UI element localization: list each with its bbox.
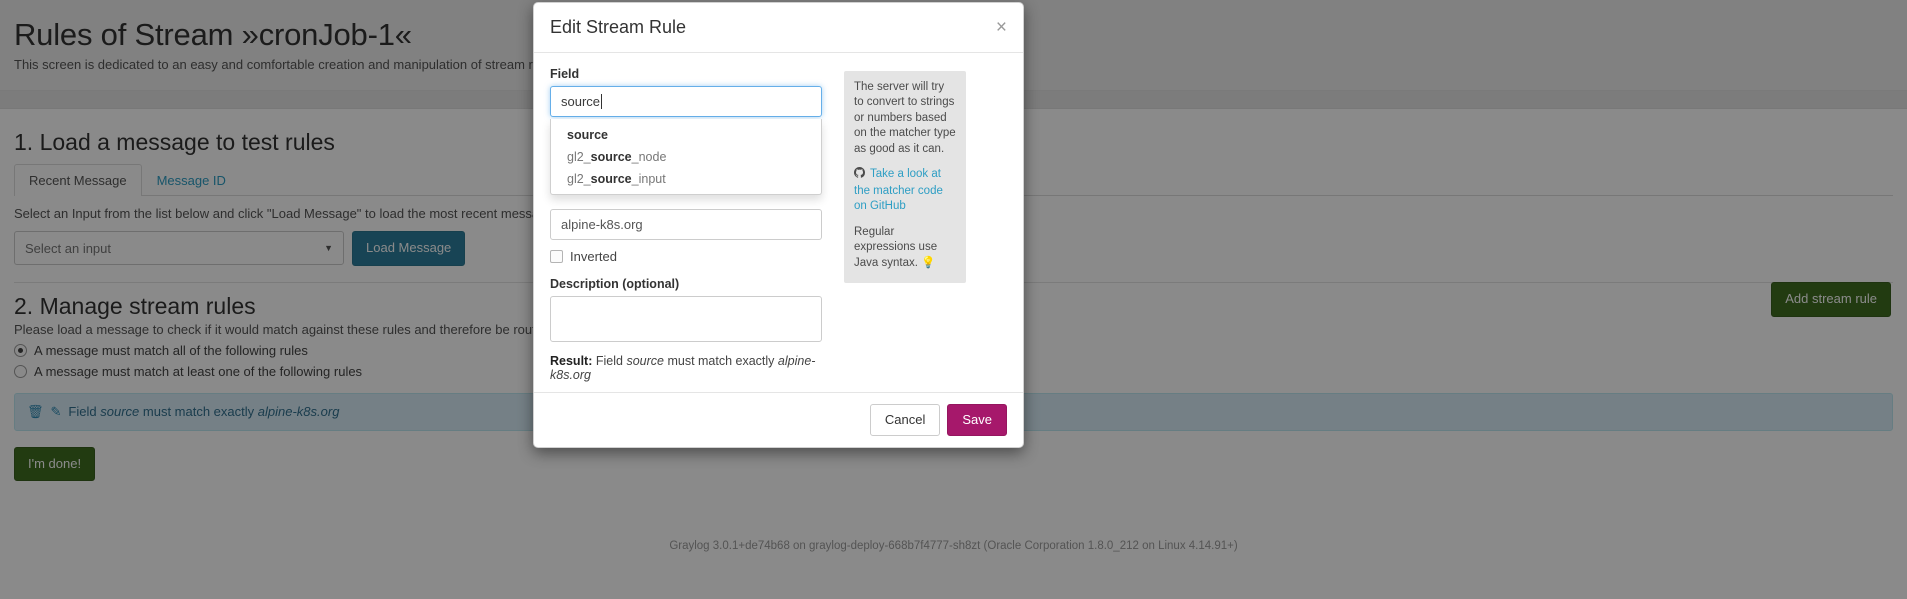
- typeahead-item-gl2-source-input[interactable]: gl2_source_input: [551, 168, 821, 190]
- result-field: source: [626, 353, 664, 368]
- typeahead-input-post: _input: [631, 171, 666, 186]
- modal-title: Edit Stream Rule: [550, 17, 687, 37]
- description-textarea[interactable]: [550, 295, 822, 342]
- modal-footer: Cancel Save: [534, 391, 1023, 448]
- typeahead-node-post: _node: [631, 149, 667, 164]
- edit-stream-rule-modal: Edit Stream Rule × Field source source g…: [533, 2, 1024, 449]
- field-typeahead-dropdown: source gl2_source_node gl2_source_input: [550, 118, 822, 195]
- help-paragraph-1: The server will try to convert to string…: [854, 80, 956, 155]
- rule-result-line: Result: Field source must match exactly …: [550, 354, 822, 382]
- modal-body: Field source source gl2_source_node gl2_…: [534, 53, 1023, 392]
- typeahead-input-bold: source: [590, 171, 632, 186]
- help-paragraph-2: Regular expressions use Java syntax. 💡: [854, 225, 956, 272]
- lightbulb-icon: 💡: [921, 256, 936, 269]
- matcher-help-panel: The server will try to convert to string…: [844, 70, 966, 284]
- typeahead-node-pre: gl2_: [567, 149, 591, 164]
- field-input[interactable]: source: [550, 85, 822, 117]
- typeahead-node-bold: source: [590, 149, 632, 164]
- typeahead-item-gl2-source-node[interactable]: gl2_source_node: [551, 146, 821, 168]
- result-text-2: must match exactly: [667, 353, 775, 368]
- result-prefix: Result:: [550, 353, 593, 368]
- inverted-checkbox-row[interactable]: Inverted: [550, 249, 822, 264]
- stream-rule-form: Field source source gl2_source_node gl2_…: [550, 67, 822, 382]
- typeahead-item-source[interactable]: source: [551, 124, 821, 146]
- typeahead-item-source-text: source: [567, 127, 608, 142]
- value-input[interactable]: [550, 208, 822, 240]
- close-icon[interactable]: ×: [996, 18, 1007, 37]
- matcher-code-github-link[interactable]: Take a look at the matcher code on GitHu…: [854, 168, 943, 212]
- github-icon: [854, 167, 865, 184]
- text-cursor: [601, 93, 603, 109]
- description-label: Description (optional): [550, 276, 680, 291]
- cancel-button[interactable]: Cancel: [869, 403, 941, 437]
- result-text-1: Field: [595, 353, 623, 368]
- field-label: Field: [550, 66, 580, 81]
- typeahead-input-pre: gl2_: [567, 171, 591, 186]
- modal-header: Edit Stream Rule ×: [534, 3, 1023, 53]
- checkbox-icon-inverted[interactable]: [550, 249, 563, 263]
- save-button[interactable]: Save: [947, 403, 1007, 437]
- field-input-value: source: [561, 93, 601, 109]
- help-github-line: Take a look at the matcher code on GitHu…: [854, 167, 956, 215]
- inverted-label: Inverted: [570, 248, 617, 264]
